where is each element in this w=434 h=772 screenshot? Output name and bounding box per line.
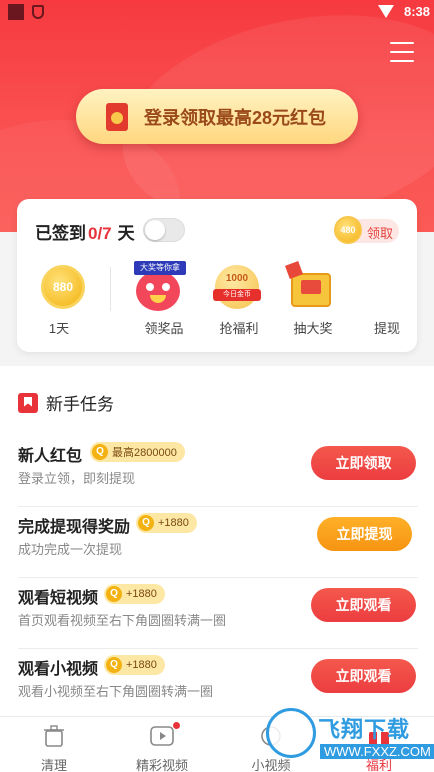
checkin-item-label: 提现 <box>373 321 400 336</box>
watermark-logo-icon <box>266 708 316 758</box>
video-play-icon <box>150 726 174 746</box>
withdraw-icon <box>367 265 407 309</box>
checkin-reminder-toggle[interactable] <box>143 218 185 242</box>
reward-value: 最高2800000 <box>112 447 177 459</box>
task-row: 新人红包 Q 最高2800000 登录立领，即刻提现 立即领取 <box>18 436 418 507</box>
checkin-item-label: 1天 <box>48 321 70 336</box>
coin-icon: Q <box>138 515 154 531</box>
nav-item-videos[interactable]: 精彩视频 <box>119 717 205 772</box>
coin-icon: Q <box>106 657 122 673</box>
tasks-title: 新手任务 <box>46 395 114 414</box>
claim-button[interactable]: 480 领取 <box>334 216 399 244</box>
task-name: 新人红包 <box>18 448 83 465</box>
watermark: 飞翔下载 WWW.FXXZ.COM <box>264 702 434 772</box>
task-desc: 首页观看视频至右下角圆圈转满一圈 <box>18 613 227 628</box>
lottery-icon <box>285 261 335 311</box>
task-desc: 登录立领，即刻提现 <box>18 471 136 486</box>
task-desc: 成功完成一次提现 <box>18 542 123 557</box>
coin-icon: Q <box>92 444 108 460</box>
nav-label: 精彩视频 <box>135 758 188 772</box>
menu-icon[interactable] <box>390 42 414 64</box>
login-banner-button[interactable]: 登录领取最高28元红包 <box>76 89 358 144</box>
watch-video-button[interactable]: 立即观看 <box>311 588 416 622</box>
prize-tag: 大奖等你拿 <box>134 261 186 275</box>
task-desc: 观看小视频至右下角圆圈转满一圈 <box>18 684 214 699</box>
reward-value: +1880 <box>126 588 157 600</box>
shield-icon <box>32 5 44 19</box>
notification-dot <box>173 722 180 729</box>
checkin-days: 0/7 <box>88 224 112 243</box>
watermark-url: WWW.FXXZ.COM <box>320 744 434 759</box>
red-envelope-icon <box>106 102 128 131</box>
checkin-card: 已签到 0/7 天 480 领取 880 1天 大奖等你拿 领奖品 1000 今… <box>17 199 417 352</box>
tasks-header: 新手任务 <box>18 390 114 415</box>
newbie-tasks-section: 新手任务 新人红包 Q 最高2800000 登录立领，即刻提现 立即领取 完成提… <box>0 366 434 716</box>
checkin-items: 880 1天 大奖等你拿 领奖品 1000 今日金币 抢福利 抽大奖 提现 <box>17 261 417 341</box>
task-row: 完成提现得奖励 Q +1880 成功完成一次提现 立即提现 <box>18 507 418 578</box>
reward-badge: Q +1880 <box>104 584 165 604</box>
reward-value: +1880 <box>126 659 157 671</box>
reward-value: +1880 <box>158 517 189 529</box>
checkin-item-label: 抢福利 <box>219 321 259 336</box>
welfare-icon: 1000 今日金币 <box>213 265 261 309</box>
nav-item-clean[interactable]: 清理 <box>11 717 97 772</box>
nav-label: 清理 <box>40 758 67 772</box>
withdraw-button[interactable]: 立即提现 <box>317 517 412 551</box>
login-banner-label: 登录领取最高28元红包 <box>144 107 327 128</box>
status-time: 8:38 <box>403 4 430 19</box>
claim-label: 领取 <box>367 226 394 241</box>
checkin-status: 已签到 0/7 天 <box>35 219 135 244</box>
bookmark-icon <box>18 392 38 413</box>
watch-short-video-button[interactable]: 立即观看 <box>311 659 416 693</box>
coin-icon: 880 <box>41 265 85 309</box>
divider <box>110 267 111 311</box>
coin-icon: Q <box>106 586 122 602</box>
prize-icon: 大奖等你拿 <box>134 261 186 311</box>
task-name: 完成提现得奖励 <box>18 519 131 536</box>
reward-badge: Q +1880 <box>104 655 165 675</box>
task-name: 观看短视频 <box>18 590 99 607</box>
reward-badge: Q 最高2800000 <box>90 442 185 462</box>
welfare-band: 今日金币 <box>213 289 261 301</box>
task-row: 观看短视频 Q +1880 首页观看视频至右下角圆圈转满一圈 立即观看 <box>18 578 418 649</box>
watermark-text: 飞翔下载 <box>318 717 411 742</box>
app-notification-icon <box>8 4 24 20</box>
status-bar: 8:38 <box>0 0 434 24</box>
checkin-item-label: 领奖品 <box>144 321 184 336</box>
wifi-icon <box>378 5 394 18</box>
welfare-num: 1000 <box>225 273 249 284</box>
checkin-unit: 天 <box>117 224 135 243</box>
claim-red-packet-button[interactable]: 立即领取 <box>311 446 416 480</box>
checkin-prefix: 已签到 <box>35 224 86 243</box>
coin-icon: 480 <box>334 216 362 244</box>
task-name: 观看小视频 <box>18 661 99 678</box>
reward-badge: Q +1880 <box>136 513 197 533</box>
checkin-item-label: 抽大奖 <box>293 321 333 336</box>
trash-icon <box>44 725 64 747</box>
